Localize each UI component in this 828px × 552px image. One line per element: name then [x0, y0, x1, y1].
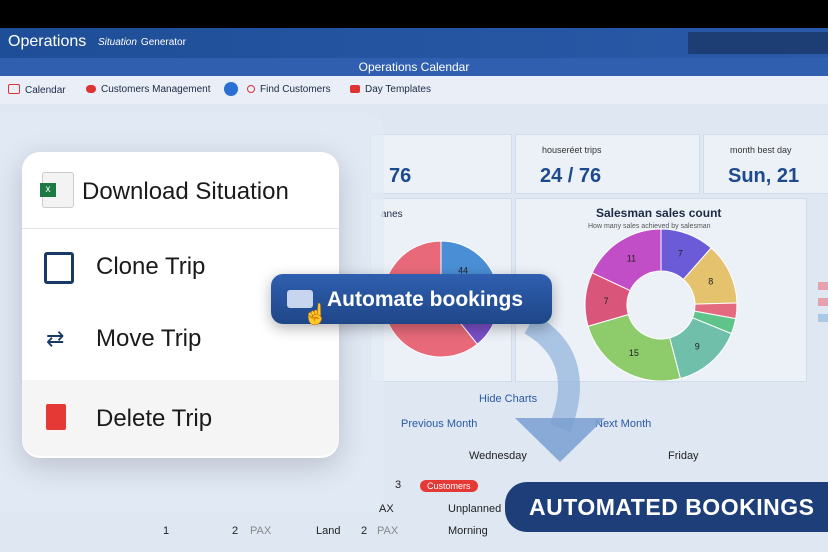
brand-logo[interactable]: Operations [8, 33, 86, 51]
trash-icon [46, 404, 66, 430]
stat-label: month best day [730, 145, 792, 155]
excel-icon: x [40, 172, 74, 208]
menu-label: Move Trip [96, 325, 202, 352]
stat-card-1: 76 [370, 134, 512, 194]
automate-bookings-button[interactable]: ☝ Automate bookings [271, 274, 552, 326]
stat-card-3: month best day Sun, 21 [703, 134, 828, 194]
row-cell: PAX [250, 525, 272, 537]
row-cell: Morning [448, 525, 488, 537]
calendar-title-bar: Operations Calendar [0, 58, 828, 76]
customers-badge[interactable]: Customers [420, 480, 478, 492]
verified-icon[interactable] [224, 82, 238, 96]
stat-value: Sun, 21 [728, 165, 800, 187]
previous-month-link[interactable]: Previous Month [401, 418, 477, 430]
copy-icon [44, 252, 74, 284]
row-cell: AX [379, 503, 394, 515]
legend-swatch [818, 298, 828, 306]
hide-charts-link[interactable]: Hide Charts [479, 393, 537, 405]
row-cell: 1 [163, 525, 170, 537]
search-icon [247, 85, 255, 93]
legend-swatch [818, 314, 828, 322]
stat-value: 24 / 76 [540, 165, 602, 187]
stat-label: houseréet trips [542, 145, 602, 155]
menu-item-delete[interactable]: Delete Trip [22, 380, 339, 456]
data-label: 11 [627, 254, 636, 264]
row-cell: PAX [377, 525, 399, 537]
nav-day-templates[interactable]: Day Templates [350, 84, 431, 95]
day-header-friday: Friday [668, 450, 699, 462]
data-label: 7 [604, 296, 609, 306]
template-icon [350, 85, 360, 93]
nav-bar: Calendar Customers Management Find Custo… [0, 76, 828, 104]
data-label: 8 [708, 277, 713, 287]
row-cell: Unplanned [448, 503, 502, 515]
legend-swatch [818, 282, 828, 290]
situation-generator-link[interactable]: Situation Generator [98, 37, 186, 48]
nav-calendar[interactable]: Calendar [8, 84, 66, 96]
row-cell: 2 [361, 525, 368, 537]
cursor-hand-icon: ☝ [303, 304, 328, 326]
automate-bookings-label: Automate bookings [327, 288, 524, 311]
header-right-panel [688, 32, 828, 54]
data-label: 7 [678, 249, 683, 259]
users-icon [86, 85, 96, 93]
stat-value: 76 [389, 165, 412, 187]
row-cell: Land [316, 525, 341, 537]
nav-find-customers[interactable]: Find Customers [247, 84, 331, 95]
menu-item-download[interactable]: x Download Situation [22, 152, 339, 229]
data-label: 15 [629, 348, 639, 358]
nav-customers-management[interactable]: Customers Management [86, 84, 211, 95]
app-header: Operations Situation Generator [0, 28, 828, 58]
row-cell: 2 [232, 525, 239, 537]
data-label: 9 [695, 341, 700, 351]
next-month-link[interactable]: Next Month [595, 418, 651, 430]
automated-bookings-banner: AUTOMATED BOOKINGS [505, 482, 828, 532]
menu-label: Clone Trip [96, 253, 206, 280]
calendar-icon [8, 84, 20, 94]
row-count: 3 [395, 479, 402, 491]
banner-text: AUTOMATED BOOKINGS [529, 494, 815, 520]
donut-chart-right: 7 8 9 15 7 11 [584, 228, 738, 381]
day-header-wednesday: Wednesday [469, 450, 527, 462]
swap-arrows-icon: ⇄ [46, 326, 65, 351]
stat-card-2: houseréet trips 24 / 76 [515, 134, 700, 194]
menu-label: Download Situation [82, 178, 289, 205]
menu-label: Delete Trip [96, 405, 213, 432]
chart-card-right: Salesman sales count How many sales achi… [515, 198, 807, 382]
